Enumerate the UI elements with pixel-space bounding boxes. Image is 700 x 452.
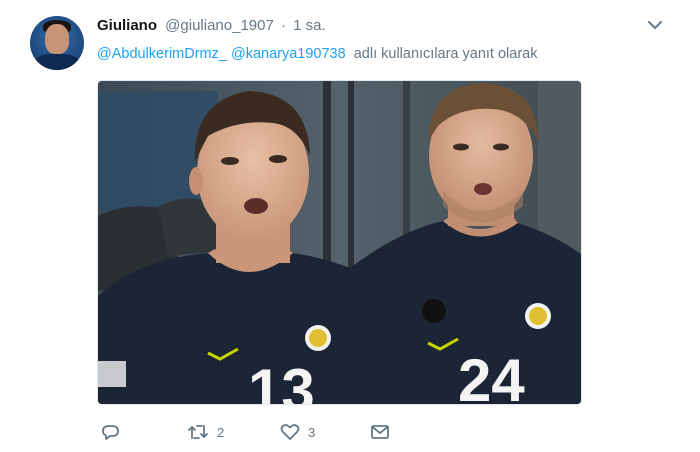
- avatar-shirt: [34, 54, 80, 70]
- right-jersey-number: 24: [458, 347, 525, 405]
- retweet-count: 2: [217, 424, 225, 440]
- tweet-card[interactable]: Giuliano @giuliano_1907 · 1 sa. @Abdulke…: [0, 0, 700, 452]
- left-jersey-number: 13: [248, 357, 315, 405]
- reply-context-text: adlı kullanıcılara yanıt olarak: [353, 46, 538, 62]
- avatar-face: [45, 24, 69, 54]
- retweet-icon: [187, 423, 209, 441]
- display-name[interactable]: Giuliano: [97, 17, 157, 34]
- like-button[interactable]: 3: [280, 420, 315, 444]
- user-handle[interactable]: @giuliano_1907: [165, 17, 274, 34]
- tweet-actions: 2 3: [97, 420, 497, 444]
- direct-message-button[interactable]: [370, 420, 390, 444]
- tweet-timestamp[interactable]: 1 sa.: [293, 17, 326, 34]
- reply-context: @AbdulkerimDrmz_ @kanarya190738 adlı kul…: [97, 44, 537, 64]
- tweet-header: Giuliano @giuliano_1907 · 1 sa.: [97, 16, 326, 36]
- mention-link[interactable]: @kanarya190738: [231, 46, 346, 62]
- reply-button[interactable]: [100, 420, 120, 444]
- chevron-down-icon[interactable]: [646, 18, 664, 32]
- heart-icon: [280, 423, 300, 441]
- like-count: 3: [308, 424, 316, 440]
- reply-icon: [100, 423, 120, 441]
- retweet-button[interactable]: 2: [187, 420, 224, 444]
- user-avatar[interactable]: [30, 16, 84, 70]
- header-separator: ·: [281, 17, 286, 34]
- envelope-icon: [370, 423, 390, 441]
- mention-link[interactable]: @AbdulkerimDrmz_: [97, 46, 227, 62]
- tweet-photo[interactable]: 13 24: [97, 80, 582, 405]
